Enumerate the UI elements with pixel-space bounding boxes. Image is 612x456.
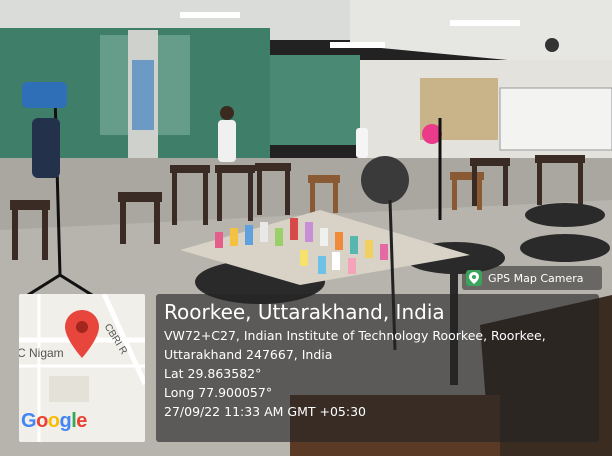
ceiling-light [330, 42, 385, 48]
person-head [220, 106, 234, 120]
round-light [361, 156, 409, 204]
photo: GPS Map Camera C Nigam CBRI R Google Roo… [0, 0, 612, 456]
address-line-1: VW72+C27, Indian Institute of Technology… [164, 328, 546, 343]
whiteboard [499, 87, 612, 151]
person [356, 128, 368, 158]
latitude: Lat 29.863582° [164, 366, 262, 381]
green-wall-mid [270, 55, 360, 145]
google-logo: Google [21, 410, 87, 432]
light-head-left [22, 82, 67, 108]
ceiling-light [450, 20, 520, 26]
map-road-label: C Nigam [19, 346, 64, 360]
badge-label: GPS Map Camera [488, 271, 584, 285]
location-pin-icon [65, 310, 99, 358]
longitude: Long 77.900057° [164, 385, 273, 400]
wall-clock [545, 38, 559, 52]
person [32, 118, 60, 178]
ceiling-light [180, 12, 240, 18]
pillar-art [132, 60, 154, 130]
ceiling-right [350, 0, 612, 70]
map-pin-icon [466, 270, 482, 286]
timestamp: 27/09/22 11:33 AM GMT +05:30 [164, 404, 366, 419]
address-line-2: Uttarakhand 247667, India [164, 347, 333, 362]
location-title: Roorkee, Uttarakhand, India [164, 300, 445, 324]
gps-map-camera-badge: GPS Map Camera [462, 266, 602, 290]
location-info-panel: Roorkee, Uttarakhand, India VW72+C27, In… [156, 294, 599, 442]
person [218, 120, 236, 162]
map-thumbnail: C Nigam CBRI R Google [19, 294, 145, 442]
